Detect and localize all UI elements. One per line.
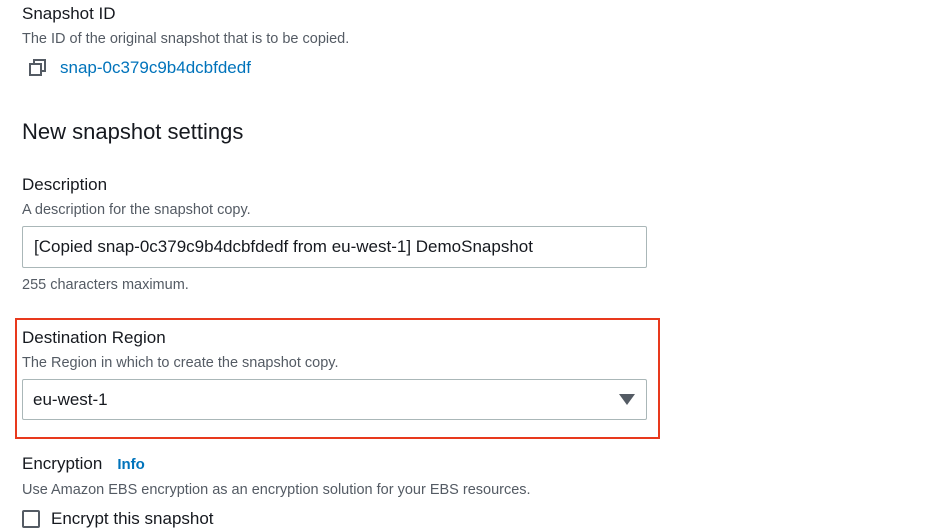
encryption-header: Encryption Info [22, 454, 145, 474]
encrypt-checkbox-row[interactable]: Encrypt this snapshot [22, 509, 214, 529]
caret-down-icon [619, 394, 635, 405]
section-title: New snapshot settings [22, 119, 244, 144]
snapshot-id-description: The ID of the original snapshot that is … [22, 31, 350, 47]
description-constraint: 255 characters maximum. [22, 277, 189, 293]
description-label: Description [22, 175, 108, 194]
copy-icon[interactable] [28, 58, 48, 78]
encrypt-checkbox-label[interactable]: Encrypt this snapshot [51, 509, 214, 529]
destination-region-description: The Region in which to create the snapsh… [22, 355, 339, 371]
description-help: A description for the snapshot copy. [22, 202, 251, 218]
encryption-label: Encryption [22, 454, 103, 473]
description-input-value: [Copied snap-0c379c9b4dcbfdedf from eu-w… [34, 237, 533, 256]
destination-region-select[interactable]: eu-west-1 [22, 379, 647, 420]
snapshot-id-label: Snapshot ID [22, 4, 116, 23]
destination-region-value: eu-west-1 [33, 389, 108, 409]
snapshot-id-link[interactable]: snap-0c379c9b4dcbfdedf [60, 58, 251, 78]
encryption-description: Use Amazon EBS encryption as an encrypti… [22, 482, 531, 498]
destination-region-label: Destination Region [22, 328, 166, 347]
description-input[interactable]: [Copied snap-0c379c9b4dcbfdedf from eu-w… [22, 226, 647, 268]
snapshot-id-row: snap-0c379c9b4dcbfdedf [28, 58, 251, 78]
encrypt-checkbox[interactable] [22, 510, 40, 528]
encryption-info-link[interactable]: Info [117, 456, 145, 473]
